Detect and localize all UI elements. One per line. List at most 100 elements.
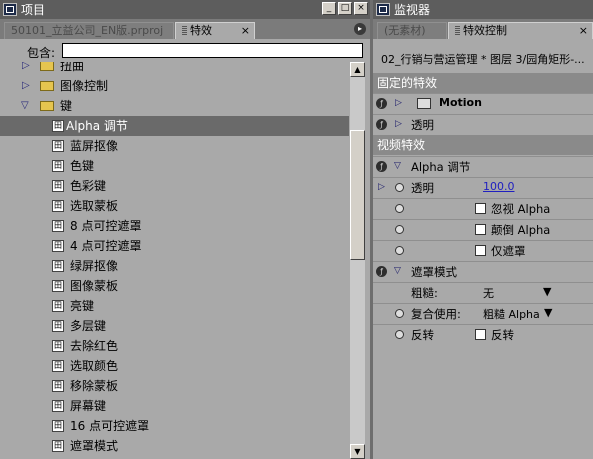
tree-item[interactable]: 田色彩键 <box>0 176 349 196</box>
keyframe-toggle-icon[interactable] <box>395 309 404 318</box>
tree-item[interactable]: 田移除蒙板 <box>0 376 349 396</box>
tree-label: 选取颜色 <box>70 359 119 373</box>
tree-folder-image-control[interactable]: ▷ 图像控制 <box>0 76 349 96</box>
search-input[interactable] <box>62 43 363 58</box>
tree-item[interactable]: 田绿屏抠像 <box>0 256 349 276</box>
tree-item[interactable]: 田 4 点可控遮罩 <box>0 236 349 256</box>
expand-arrow-icon[interactable]: ▷ <box>378 182 385 192</box>
tree-item[interactable]: 田屏幕键 <box>0 396 349 416</box>
motion-row[interactable]: ƒ ▷ Motion <box>373 93 593 114</box>
fx-toggle-icon[interactable]: ƒ <box>376 119 387 130</box>
effect-icon: 田 <box>52 400 64 412</box>
tab-effects[interactable]: 特效 × <box>175 22 255 39</box>
clip-path: 02_行销与营运管理 * 图层 3/园角矩形-... <box>381 53 585 66</box>
scroll-thumb[interactable] <box>350 130 365 260</box>
ignore-alpha-checkbox[interactable] <box>475 203 486 214</box>
motion-icon[interactable] <box>417 98 431 109</box>
effect-icon: 田 <box>52 140 64 152</box>
tree-item[interactable]: 田蓝屏抠像 <box>0 136 349 156</box>
tree-label: 扭曲 <box>60 62 85 73</box>
reverse-checkbox[interactable] <box>475 329 486 340</box>
effect-icon: 田 <box>52 380 64 392</box>
fx-toggle-icon[interactable]: ƒ <box>376 161 387 172</box>
tree-folder-keying[interactable]: ▽ 键 <box>0 96 349 116</box>
expand-arrow-icon[interactable]: ▷ <box>395 119 402 129</box>
monitor-titlebar: 监视器 <box>373 0 593 19</box>
minimize-button[interactable]: _ <box>322 2 336 15</box>
maximize-button[interactable]: □ <box>338 2 352 15</box>
tree-item[interactable]: 田 16 点可控遮罩 <box>0 416 349 436</box>
invert-alpha-checkbox[interactable] <box>475 224 486 235</box>
tree-item[interactable]: 田图像蒙板 <box>0 276 349 296</box>
chevron-down-icon[interactable]: ▼ <box>544 306 552 319</box>
panel-menu-button[interactable]: ▸ <box>354 23 366 35</box>
reverse-check-label: 反转 <box>491 328 514 342</box>
collapse-arrow-icon[interactable]: ▽ <box>394 161 401 171</box>
expand-arrow-icon[interactable]: ▷ <box>22 62 30 76</box>
tree-item-alpha-adjust[interactable]: 田 Alpha 调节 <box>0 116 349 136</box>
project-titlebar: 项目 _ □ × <box>0 0 370 19</box>
tree-item[interactable]: 田去除红色 <box>0 336 349 356</box>
alpha-adjust-row[interactable]: ƒ ▽ Alpha 调节 <box>373 156 593 177</box>
reverse-label: 反转 <box>411 328 434 342</box>
tree-item[interactable]: 田选取颜色 <box>0 356 349 376</box>
tree-label: 去除红色 <box>70 339 119 353</box>
mask-mode-row[interactable]: ƒ ▽ 遮罩模式 <box>373 261 593 282</box>
effect-icon: 田 <box>52 180 64 192</box>
tree-item[interactable]: 田多层键 <box>0 316 349 336</box>
collapse-arrow-icon[interactable]: ▽ <box>21 96 29 116</box>
project-panel: 项目 _ □ × 50101_立益公司_EN版.prproj 特效 × ▸ 包含… <box>0 0 370 459</box>
tree-label: 蓝屏抠像 <box>70 139 119 153</box>
effect-icon: 田 <box>52 440 64 452</box>
opacity-row[interactable]: ƒ ▷ 透明 <box>373 114 593 135</box>
grip-icon[interactable] <box>182 26 187 35</box>
composite-dropdown[interactable]: 粗糙 Alpha <box>483 306 540 322</box>
search-bar: 包含: <box>0 40 365 62</box>
roughness-row: 粗糙: 无 ▼ <box>373 282 593 303</box>
tree-folder-distort[interactable]: ▷ 扭曲 <box>0 62 349 76</box>
keyframe-toggle-icon[interactable] <box>395 204 404 213</box>
tree-item[interactable]: 田亮键 <box>0 296 349 316</box>
roughness-dropdown[interactable]: 无 <box>483 285 494 301</box>
expand-arrow-icon[interactable]: ▷ <box>22 76 30 96</box>
tree-item[interactable]: 田 8 点可控遮罩 <box>0 216 349 236</box>
grip-icon[interactable] <box>455 26 460 35</box>
opacity-value[interactable]: 100.0 <box>483 180 515 193</box>
fx-toggle-icon[interactable]: ƒ <box>376 266 387 277</box>
mask-mode-label: 遮罩模式 <box>411 265 457 279</box>
fx-toggle-icon[interactable]: ƒ <box>376 98 387 109</box>
effect-icon: 田 <box>52 240 64 252</box>
keyframe-toggle-icon[interactable] <box>395 246 404 255</box>
tab-effect-controls[interactable]: 特效控制 × <box>448 22 593 39</box>
keyframe-toggle-icon[interactable] <box>395 183 404 192</box>
effect-icon: 田 <box>52 340 64 352</box>
mask-only-checkbox[interactable] <box>475 245 486 256</box>
collapse-arrow-icon[interactable]: ▽ <box>394 266 401 276</box>
scroll-down-button[interactable]: ▼ <box>350 444 365 459</box>
tree-item[interactable]: 田色键 <box>0 156 349 176</box>
vertical-scrollbar[interactable]: ▲ ▼ <box>350 62 365 459</box>
app-logo-icon <box>376 3 390 16</box>
effect-icon: 田 <box>52 320 64 332</box>
scroll-up-button[interactable]: ▲ <box>350 62 365 77</box>
effect-icon: 田 <box>52 260 64 272</box>
video-effects-header: 视频特效 <box>373 135 593 155</box>
close-tab-icon[interactable]: × <box>579 23 588 39</box>
ignore-alpha-label: 忽视 Alpha <box>491 202 551 216</box>
tab-project-file[interactable]: 50101_立益公司_EN版.prproj <box>4 22 174 39</box>
tree-label: 8 点可控遮罩 <box>70 219 142 233</box>
close-button[interactable]: × <box>354 2 368 15</box>
tab-label: 50101_立益公司_EN版.prproj <box>11 24 164 37</box>
keyframe-toggle-icon[interactable] <box>395 225 404 234</box>
roughness-value: 无 <box>483 287 494 300</box>
tree-item[interactable]: 田遮罩模式 <box>0 436 349 456</box>
tab-source[interactable]: (无素材) <box>377 22 447 39</box>
close-tab-icon[interactable]: × <box>241 23 250 39</box>
expand-arrow-icon[interactable]: ▷ <box>395 98 402 108</box>
tree-item[interactable]: 田选取蒙板 <box>0 196 349 216</box>
folder-icon <box>40 101 54 111</box>
alpha-opacity-row: ▷ 透明 100.0 <box>373 177 593 198</box>
motion-label: Motion <box>439 96 482 109</box>
keyframe-toggle-icon[interactable] <box>395 330 404 339</box>
chevron-down-icon[interactable]: ▼ <box>543 285 551 298</box>
